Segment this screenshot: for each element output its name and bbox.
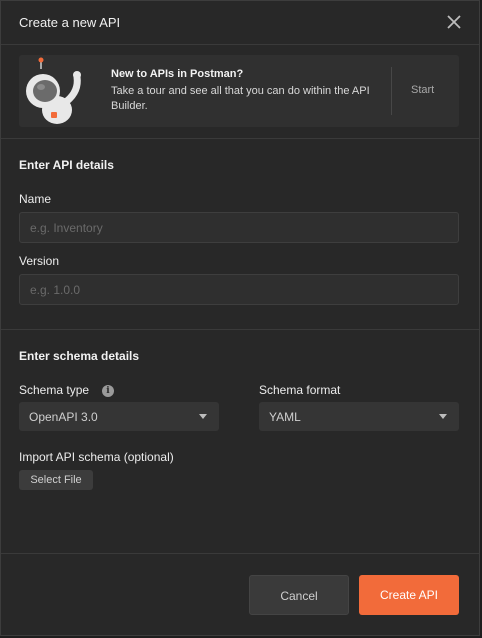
- schema-format-select[interactable]: YAML: [259, 402, 459, 431]
- start-tour-button[interactable]: Start: [411, 84, 434, 96]
- chevron-down-icon: [439, 414, 447, 419]
- api-details-heading: Enter API details: [19, 158, 114, 172]
- schema-format-value: YAML: [269, 410, 301, 424]
- astronaut-illustration: [19, 55, 91, 127]
- select-file-button[interactable]: Select File: [19, 470, 93, 490]
- schema-format-label: Schema format: [259, 383, 341, 397]
- version-input[interactable]: [19, 274, 459, 305]
- dialog-title: Create a new API: [19, 15, 121, 30]
- close-icon[interactable]: [445, 13, 463, 31]
- create-api-button[interactable]: Create API: [359, 575, 459, 615]
- schema-details-heading: Enter schema details: [19, 349, 140, 363]
- onboarding-banner: New to APIs in Postman? Take a tour and …: [19, 55, 459, 127]
- section-divider: [1, 138, 479, 139]
- section-divider: [1, 329, 479, 330]
- footer-divider: [1, 553, 479, 554]
- name-input[interactable]: [19, 212, 459, 243]
- name-label: Name: [19, 192, 52, 206]
- schema-type-label: Schema type: [19, 383, 90, 397]
- schema-type-value: OpenAPI 3.0: [29, 410, 98, 424]
- info-icon[interactable]: i: [102, 385, 114, 397]
- import-schema-label: Import API schema (optional): [19, 450, 174, 464]
- cancel-button[interactable]: Cancel: [249, 575, 349, 615]
- schema-type-select[interactable]: OpenAPI 3.0: [19, 402, 219, 431]
- dialog-header: Create a new API: [1, 1, 479, 45]
- banner-title: New to APIs in Postman?: [111, 68, 244, 80]
- banner-text: Take a tour and see all that you can do …: [111, 85, 370, 112]
- create-api-dialog: Create a new API New to APIs in Postman?: [0, 0, 480, 636]
- version-label: Version: [19, 254, 60, 268]
- chevron-down-icon: [199, 414, 207, 419]
- banner-divider: [391, 67, 392, 115]
